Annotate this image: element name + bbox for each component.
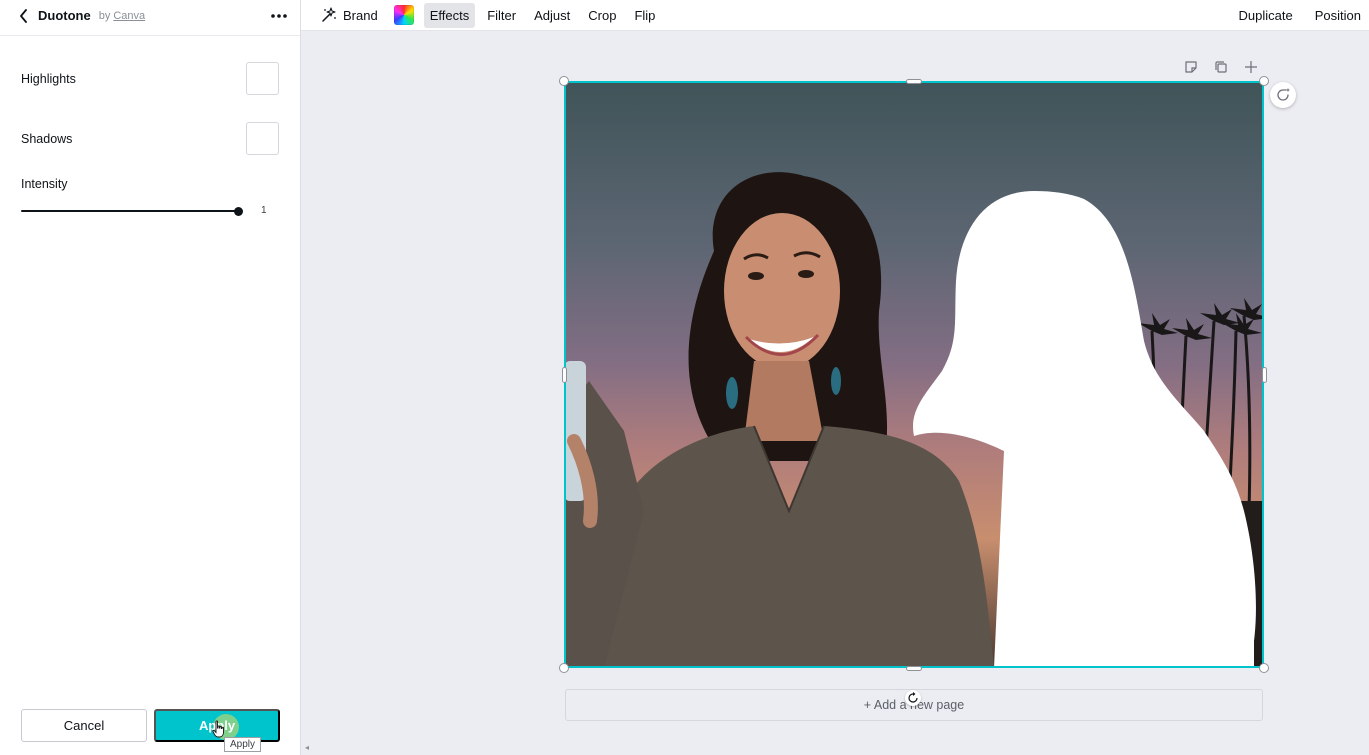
intensity-row: Intensity [21,177,279,191]
highlights-color-swatch[interactable] [246,62,279,95]
resize-handle-right[interactable] [1262,367,1267,383]
magic-sparkle-icon [321,7,337,23]
back-chevron-icon[interactable] [16,8,32,24]
panel-header: Duotone by Canva [0,0,300,31]
apply-tooltip: Apply [224,737,262,752]
intensity-slider[interactable]: 1 [21,201,279,221]
intensity-label: Intensity [21,177,68,191]
toolbar-right-group: Duplicate Position [1225,3,1369,28]
effect-settings-panel: Duotone by Canva Highlights Shadows Inten… [0,0,301,755]
effects-button[interactable]: Effects [423,2,476,28]
page-tools [1182,58,1260,76]
resize-handle-top-right[interactable] [1259,76,1269,86]
position-button[interactable]: Position [1309,3,1367,28]
cancel-button[interactable]: Cancel [21,709,147,742]
color-picker-swatch[interactable] [393,5,414,25]
note-icon[interactable] [1182,58,1200,76]
flip-button[interactable]: Flip [628,3,661,28]
editor-toolbar: Brand Effects Filter Adjust Crop Flip Du… [301,0,1369,31]
panel-title: Duotone [38,8,91,23]
plus-icon[interactable] [1242,58,1260,76]
crop-button[interactable]: Crop [582,3,622,28]
brand-label: Brand [343,7,378,23]
hand-pointer-icon [212,720,224,738]
intensity-slider-thumb[interactable] [234,207,243,216]
shadows-color-swatch[interactable] [246,122,279,155]
resize-handle-bottom-right[interactable] [1259,663,1269,673]
collapse-panel-icon[interactable]: ◂ [305,743,309,752]
by-label: by Canva [98,9,146,22]
duplicate-button[interactable]: Duplicate [1233,3,1299,28]
resize-handle-top[interactable] [906,79,922,84]
canva-link[interactable]: Canva [113,10,145,22]
intensity-value: 1 [261,205,267,216]
magic-edit-icon[interactable] [1270,82,1296,108]
adjust-button[interactable]: Adjust [528,3,576,28]
intensity-slider-track[interactable] [21,210,238,212]
rotate-icon[interactable] [905,690,921,706]
resize-handle-left[interactable] [562,367,567,383]
highlights-row: Highlights [21,62,279,95]
more-options-icon[interactable] [268,5,290,27]
resize-handle-bottom-left[interactable] [559,663,569,673]
brand-button[interactable]: Brand [315,2,384,28]
shadows-row: Shadows [21,122,279,155]
resize-handle-top-left[interactable] [559,76,569,86]
highlights-label: Highlights [21,71,76,86]
resize-handle-bottom[interactable] [906,666,922,671]
shadows-label: Shadows [21,131,73,146]
panel-divider [0,35,300,36]
filter-button[interactable]: Filter [481,3,522,28]
selection-frame [564,81,1264,668]
copy-icon[interactable] [1212,58,1230,76]
